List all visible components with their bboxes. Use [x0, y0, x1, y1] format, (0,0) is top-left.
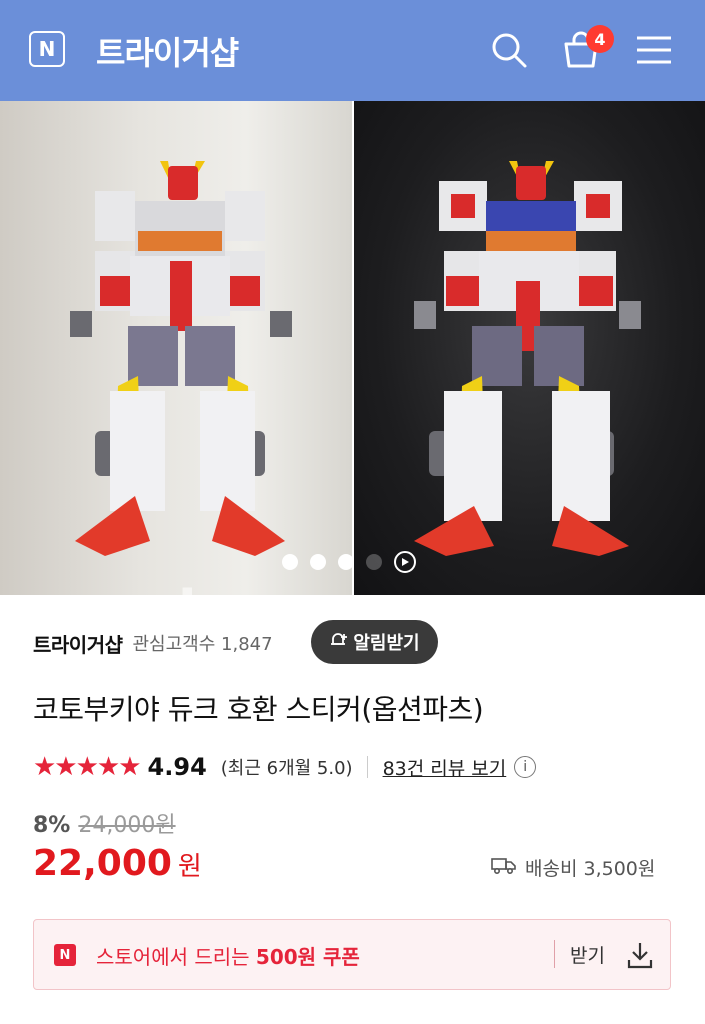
- coupon-text: 스토어에서 드리는 500원 쿠폰: [96, 945, 360, 969]
- sale-price: 22,000: [33, 843, 172, 884]
- shipping-fee: 배송비 3,500원: [525, 858, 656, 880]
- info-icon[interactable]: i: [514, 756, 537, 778]
- store-coupon-banner[interactable]: N 스토어에서 드리는 500원 쿠폰 받기: [33, 919, 671, 990]
- rating-row: ★★★★★ 4.94 (최근 6개월 5.0) 83건 리뷰 보기 i: [33, 751, 537, 783]
- gallery-dot[interactable]: [310, 554, 326, 570]
- alarm-button-label: 알림받기: [353, 633, 420, 654]
- divider: [366, 756, 368, 778]
- gallery-dot[interactable]: [338, 554, 354, 570]
- discount-row: 8% 24,000원: [33, 807, 176, 839]
- naver-logo-icon[interactable]: N: [29, 31, 65, 67]
- store-title[interactable]: 트라이거샵: [96, 28, 239, 74]
- recent-rating: (최근 6개월 5.0): [220, 758, 353, 779]
- original-price: 24,000원: [78, 813, 176, 838]
- product-image-gallery[interactable]: Joonggonara: [0, 101, 705, 595]
- price-row: 22,000 원: [33, 843, 202, 884]
- gallery-dot[interactable]: [366, 554, 382, 570]
- star-rating-icon: ★★★★★: [33, 752, 142, 782]
- bell-plus-icon: [329, 630, 349, 655]
- review-link[interactable]: 83건 리뷰 보기: [383, 754, 507, 781]
- product-photo-light: [0, 101, 352, 595]
- followers-count: 관심고객수 1,847: [132, 634, 273, 655]
- menu-icon[interactable]: [634, 30, 674, 70]
- alarm-button[interactable]: 알림받기: [311, 620, 438, 664]
- product-photo-dark: [354, 101, 705, 595]
- download-icon[interactable]: [626, 940, 654, 974]
- discount-rate: 8%: [33, 813, 71, 838]
- top-nav-bar: N 트라이거샵 4: [0, 0, 705, 101]
- rating-score: 4.94: [147, 753, 207, 781]
- coupon-amount: 500원 쿠폰: [255, 945, 360, 969]
- cart-count-badge: 4: [586, 25, 614, 53]
- currency-unit: 원: [177, 852, 202, 882]
- product-title: 코토부키야 듀크 호환 스티커(옵션파츠): [33, 693, 484, 726]
- gallery-dot[interactable]: [282, 554, 298, 570]
- naver-badge-icon: N: [54, 944, 76, 966]
- gallery-pagination: [282, 551, 416, 573]
- coupon-get-button[interactable]: 받기: [570, 941, 605, 968]
- video-play-icon[interactable]: [394, 551, 416, 573]
- watermark: Joonggonara: [178, 578, 546, 595]
- coupon-divider: [554, 940, 555, 968]
- shipping-info: 배송비 3,500원: [491, 854, 655, 881]
- store-info-row: 트라이거샵 관심고객수 1,847: [33, 622, 273, 664]
- truck-icon: [491, 855, 517, 880]
- store-name[interactable]: 트라이거샵: [33, 629, 123, 658]
- search-icon[interactable]: [489, 30, 529, 70]
